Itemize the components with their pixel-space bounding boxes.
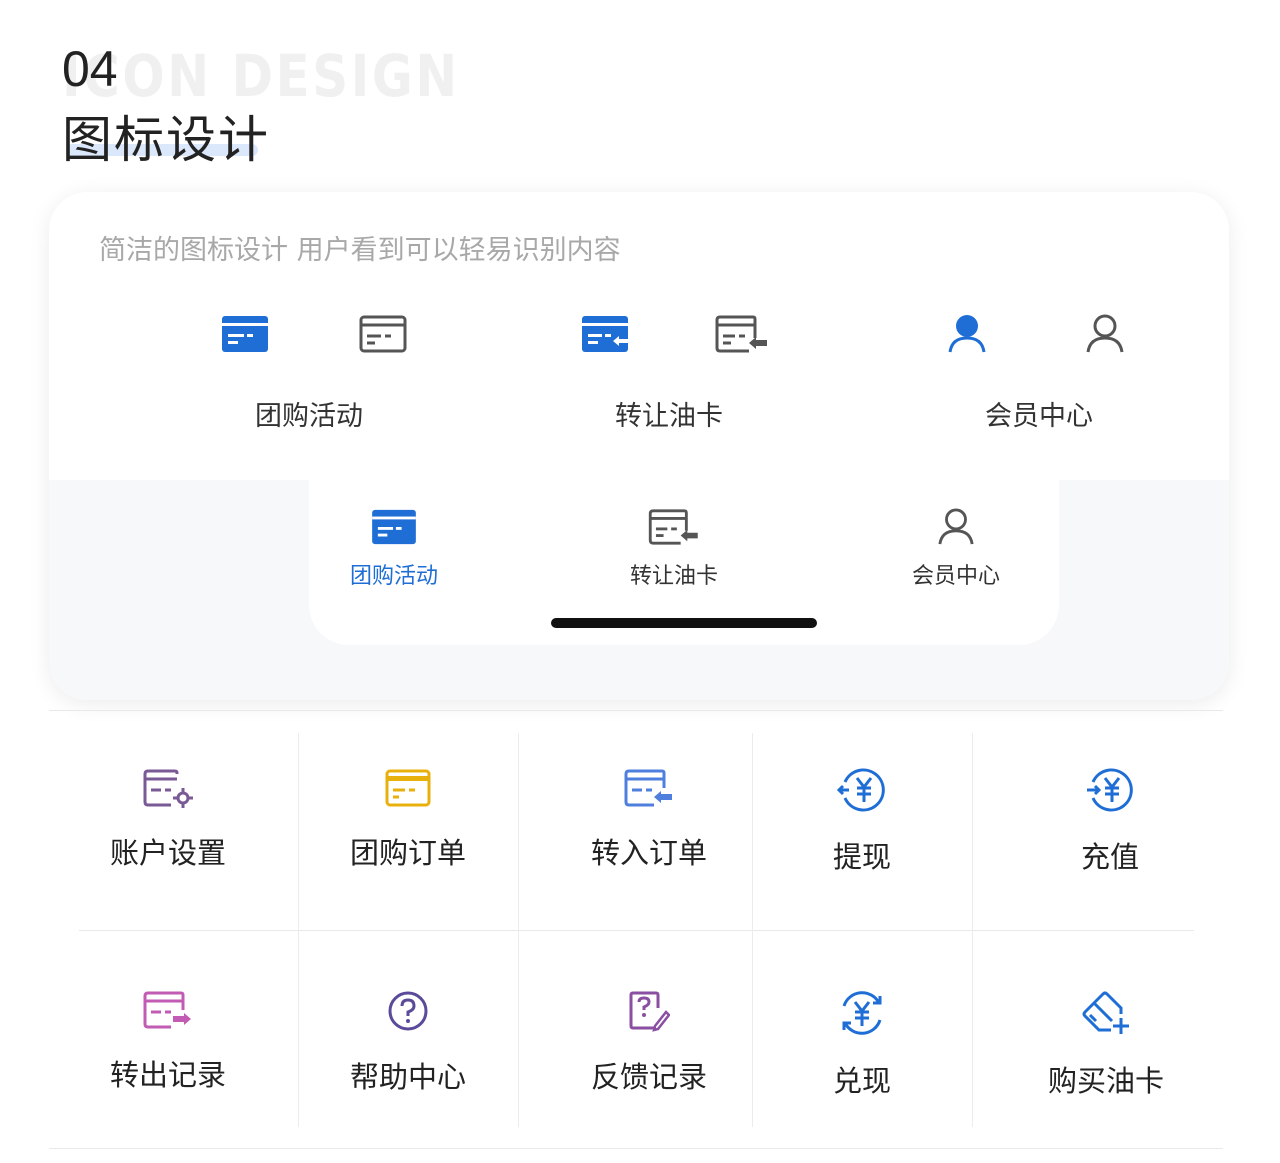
divider-middle bbox=[79, 930, 1194, 931]
tab-label: 转让油卡 bbox=[629, 564, 718, 589]
icon-group-member-center: 会员中心 bbox=[939, 314, 1139, 434]
tab-transfer-card[interactable]: 转让油卡 bbox=[589, 508, 759, 608]
divider-col-3 bbox=[752, 733, 753, 1127]
card-subtitle: 简洁的图标设计 用户看到可以轻易识别内容 bbox=[99, 235, 621, 266]
user-outline-icon bbox=[938, 508, 974, 545]
grid-item-transfer-in-order[interactable]: 转入订单 bbox=[549, 768, 749, 908]
grid-label: 购买油卡 bbox=[1047, 1064, 1164, 1098]
grid-item-transfer-out-record[interactable]: 转出记录 bbox=[68, 990, 268, 1130]
group-label: 团购活动 bbox=[255, 401, 363, 432]
grid-label: 账户设置 bbox=[109, 836, 226, 870]
icon-pair bbox=[939, 314, 1139, 364]
grid-label: 转出记录 bbox=[109, 1058, 226, 1092]
grid-label: 团购订单 bbox=[349, 836, 466, 870]
page-title: 图标设计 bbox=[62, 111, 270, 169]
feedback-icon bbox=[629, 991, 670, 1032]
buy-card-icon bbox=[1082, 991, 1129, 1034]
card-filled-icon bbox=[372, 509, 416, 545]
grid-label: 帮助中心 bbox=[349, 1060, 466, 1094]
card-filled-icon bbox=[222, 316, 268, 352]
yuan-recharge-icon bbox=[1087, 768, 1133, 812]
card-outline-icon bbox=[359, 315, 407, 353]
card-settings-icon bbox=[143, 769, 193, 808]
tab-label: 会员中心 bbox=[911, 564, 1000, 589]
grid-label: 充值 bbox=[1080, 840, 1139, 874]
divider-col-4 bbox=[972, 733, 973, 1127]
card-transfer-filled-icon bbox=[582, 316, 629, 352]
icon-pair bbox=[209, 314, 409, 364]
section-number: 04 bbox=[62, 41, 118, 97]
user-outline-icon bbox=[1086, 314, 1124, 353]
grid-item-account-settings[interactable]: 账户设置 bbox=[68, 768, 268, 908]
grid-item-buy-card[interactable]: 购买油卡 bbox=[1006, 990, 1206, 1130]
card-out-icon bbox=[143, 991, 191, 1029]
grid-label: 转入订单 bbox=[590, 836, 707, 870]
home-indicator bbox=[551, 618, 817, 628]
showcase-card: 简洁的图标设计 用户看到可以轻易识别内容 团购活动 转让油卡 会员中心 团购活动… bbox=[49, 192, 1229, 700]
grid-item-exchange[interactable]: 兑现 bbox=[762, 990, 962, 1130]
grid-item-group-order[interactable]: 团购订单 bbox=[308, 768, 508, 908]
grid-label: 提现 bbox=[832, 840, 891, 874]
grid-item-recharge[interactable]: 充值 bbox=[1010, 768, 1210, 908]
divider-top bbox=[49, 710, 1223, 711]
tab-bar: 团购活动 转让油卡 会员中心 bbox=[309, 480, 1059, 645]
grid-item-help-center[interactable]: 帮助中心 bbox=[308, 990, 508, 1130]
group-label: 转让油卡 bbox=[615, 401, 723, 432]
card-order-icon bbox=[385, 769, 431, 807]
help-icon bbox=[388, 991, 428, 1031]
icon-pair bbox=[569, 314, 769, 364]
icon-group-transfer-card: 转让油卡 bbox=[569, 314, 769, 434]
grid-label: 反馈记录 bbox=[590, 1060, 707, 1094]
divider-col-1 bbox=[298, 733, 299, 1127]
card-transfer-outline-icon bbox=[715, 315, 767, 353]
card-transfer-outline-icon bbox=[648, 509, 698, 545]
grid-item-feedback-record[interactable]: 反馈记录 bbox=[549, 990, 749, 1130]
divider-col-2 bbox=[518, 733, 519, 1127]
tab-label: 团购活动 bbox=[349, 564, 438, 589]
section-header: ICON DESIGN 04 图标设计 bbox=[62, 40, 662, 170]
grid-item-withdraw[interactable]: 提现 bbox=[762, 768, 962, 908]
icon-group-group-buy: 团购活动 bbox=[209, 314, 409, 434]
yuan-exchange-icon bbox=[842, 991, 882, 1035]
tab-group-buy[interactable]: 团购活动 bbox=[309, 508, 479, 608]
tab-member-center[interactable]: 会员中心 bbox=[871, 508, 1041, 608]
user-filled-icon bbox=[948, 315, 986, 353]
group-label: 会员中心 bbox=[985, 401, 1093, 432]
grid-label: 兑现 bbox=[832, 1064, 891, 1098]
title-wrap: 图标设计 bbox=[62, 100, 270, 172]
yuan-withdraw-icon bbox=[837, 768, 885, 812]
card-in-icon bbox=[624, 769, 672, 807]
divider-bottom bbox=[49, 1148, 1223, 1149]
